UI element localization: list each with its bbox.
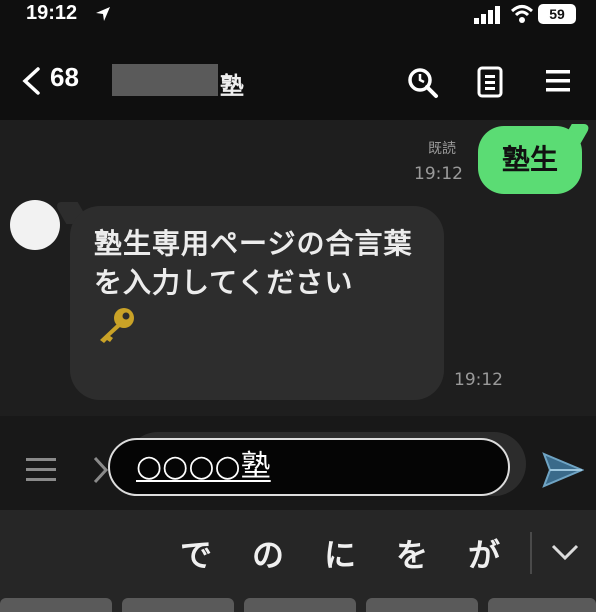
chat-header: 68 塾	[0, 30, 596, 120]
chat-area[interactable]: 既読 19:12 塾生 塾生専用ページの合言葉を入力してください 19:12	[0, 120, 596, 416]
keyboard-key[interactable]	[0, 598, 112, 612]
keyboard-key[interactable]	[122, 598, 234, 612]
message-input[interactable]: ○○○○塾	[108, 438, 510, 496]
avatar[interactable]	[10, 200, 60, 250]
menu-icon[interactable]	[544, 66, 572, 96]
incoming-timestamp: 19:12	[454, 370, 503, 390]
suggestion-divider	[530, 532, 532, 574]
battery-icon: 59	[538, 4, 576, 24]
suggestion-item[interactable]: で	[160, 530, 232, 576]
send-icon[interactable]	[542, 450, 584, 490]
incoming-message[interactable]: 塾生専用ページの合言葉を入力してください	[70, 206, 444, 400]
read-receipt: 既読	[428, 141, 456, 157]
keyboard-key[interactable]	[244, 598, 356, 612]
redacted-name	[112, 64, 218, 96]
outgoing-timestamp: 19:12	[414, 164, 463, 184]
search-icon[interactable]	[406, 66, 440, 100]
chevron-down-icon[interactable]	[550, 542, 580, 562]
composer-menu-icon[interactable]	[26, 456, 56, 484]
key-icon	[100, 308, 134, 343]
unread-count[interactable]: 68	[50, 62, 79, 93]
suggestion-item[interactable]: を	[376, 530, 448, 576]
chat-title: 塾	[220, 72, 244, 100]
incoming-message-text: 塾生専用ページの合言葉を入力してください	[94, 227, 413, 299]
location-arrow-icon	[96, 7, 110, 21]
status-bar: 19:12 59	[0, 0, 596, 30]
message-input-text: ○○○○塾	[136, 449, 271, 484]
composer-bar: ○○○○塾	[0, 416, 596, 510]
battery-level: 59	[549, 6, 565, 22]
status-time: 19:12	[26, 2, 78, 24]
suggestion-item[interactable]: の	[232, 530, 304, 576]
signal-icon	[474, 6, 500, 24]
notes-icon[interactable]	[476, 66, 504, 98]
keyboard: で の に を が	[0, 510, 596, 612]
back-chevron-icon[interactable]	[20, 66, 42, 96]
keyboard-key-row	[0, 598, 596, 612]
suggestion-item[interactable]: に	[304, 530, 376, 576]
wifi-icon	[510, 5, 534, 23]
outgoing-message-text: 塾生	[501, 143, 558, 176]
keyboard-key[interactable]	[366, 598, 478, 612]
suggestion-bar: で の に を が	[160, 530, 520, 576]
suggestion-item[interactable]: が	[448, 530, 520, 576]
outgoing-message[interactable]: 塾生	[478, 126, 582, 194]
keyboard-key[interactable]	[488, 598, 596, 612]
